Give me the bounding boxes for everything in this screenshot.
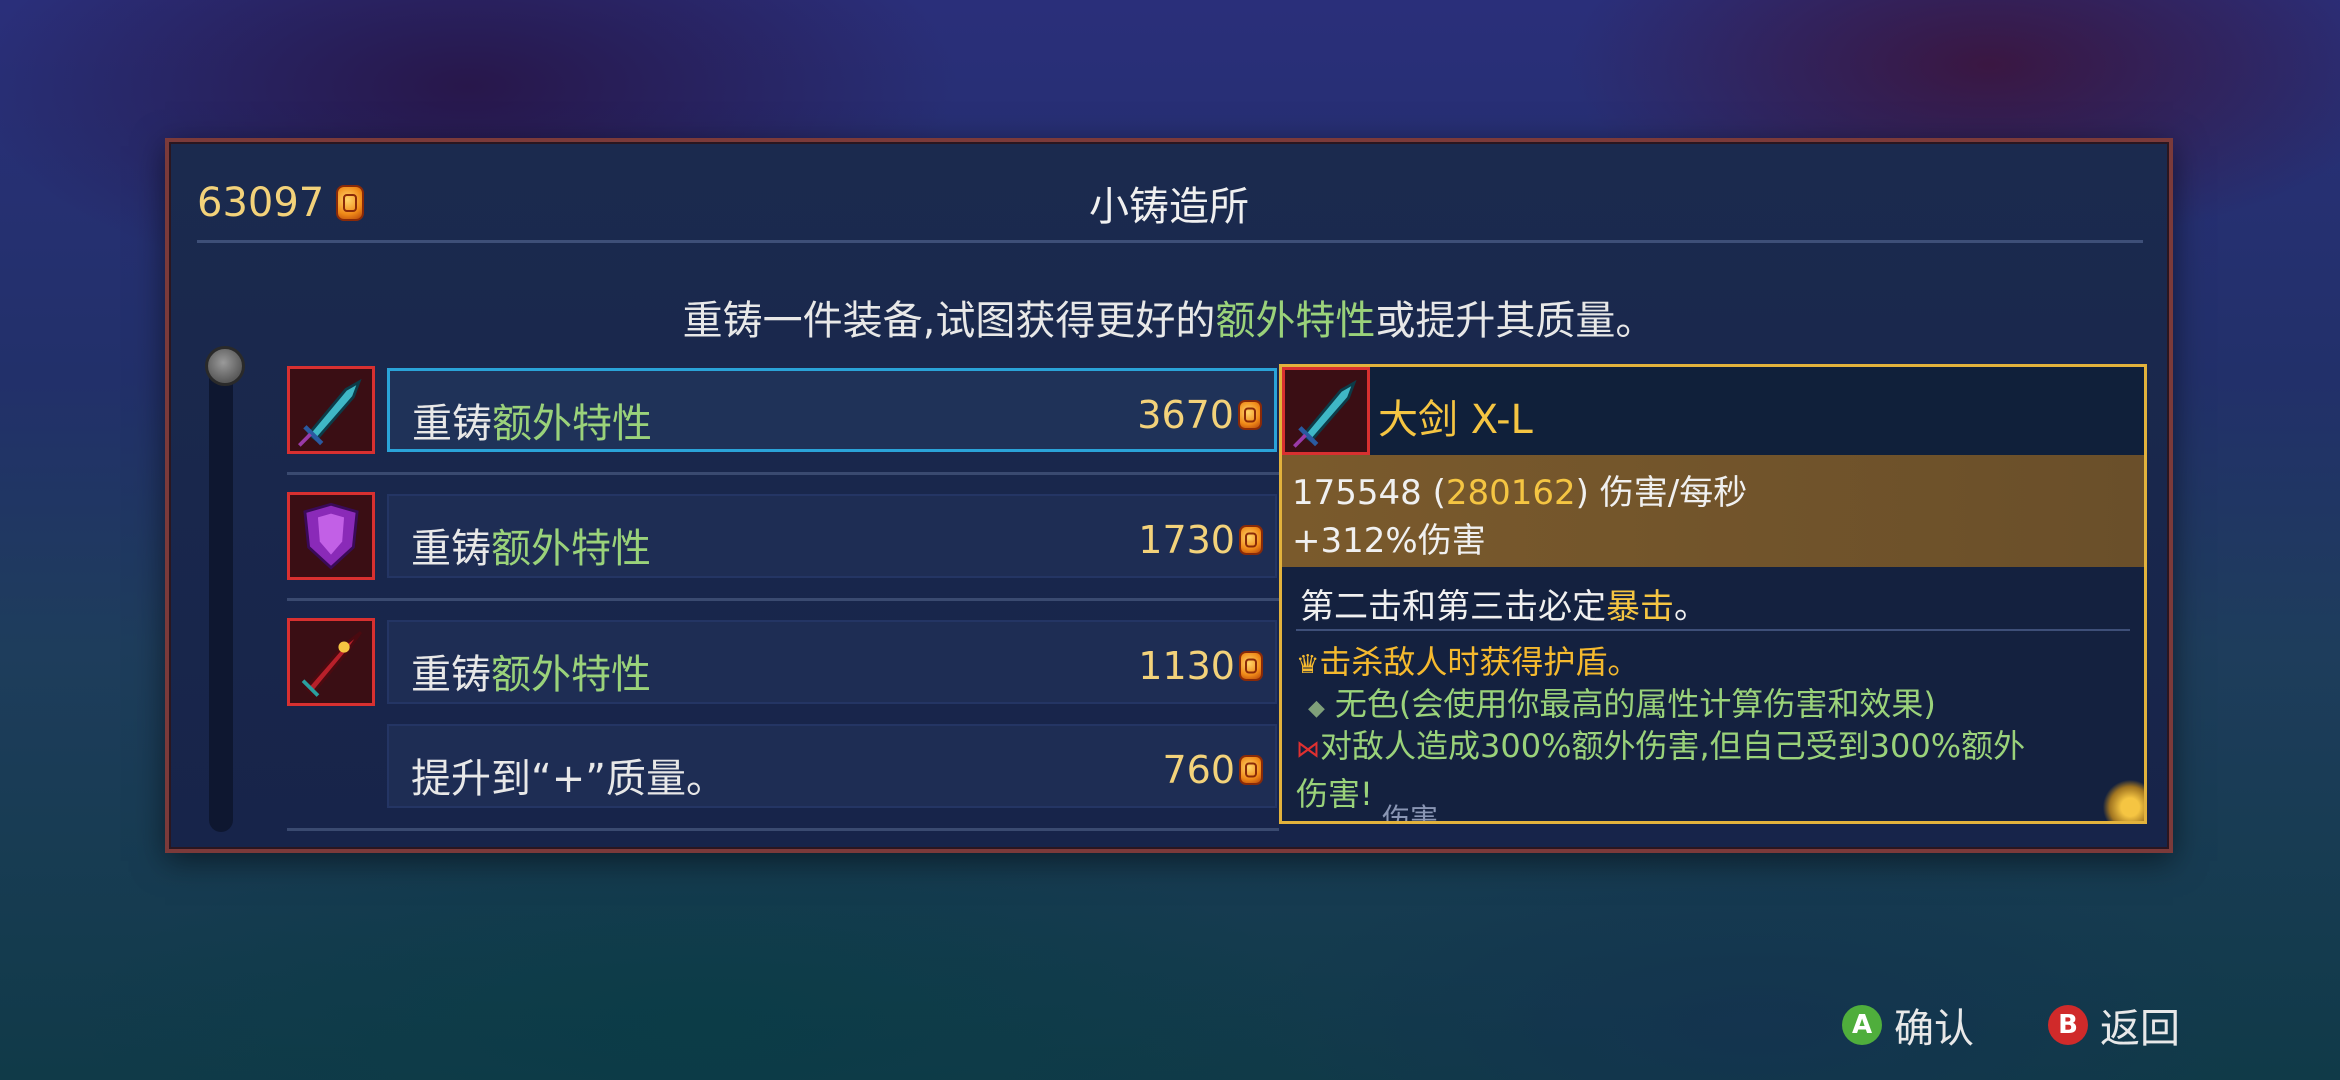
damage-bonus-stat: +312%伤害 <box>1292 521 1486 561</box>
faded-text: 伤害 <box>1382 802 1439 824</box>
reforge-row-shield[interactable]: 重铸额外特性 1730 <box>287 492 1277 582</box>
reforge-price: 3670 <box>1137 393 1262 437</box>
reforge-label: 重铸额外特性 <box>411 526 651 572</box>
reforge-row-dagger[interactable]: 重铸额外特性 1130 <box>287 618 1277 708</box>
upgrade-label: 提升到“+”质量。 <box>411 756 726 802</box>
cell-coin-icon <box>1239 755 1263 785</box>
cyan-sword-icon <box>287 366 375 454</box>
reforge-price: 1730 <box>1138 518 1263 562</box>
reforge-option-bar[interactable]: 重铸额外特性 1130 <box>387 620 1277 704</box>
affix-damage-wrap: 伤害! <box>1296 775 1373 813</box>
cell-coin-icon <box>1238 400 1262 430</box>
item-name: 大剑 X-L <box>1378 397 1533 443</box>
title-divider <box>197 240 2143 243</box>
reforge-price: 1130 <box>1138 644 1263 688</box>
upgrade-option-bar[interactable]: 提升到“+”质量。 760 <box>387 724 1277 808</box>
description-text-1: 重铸一件装备,试图获得更好的 <box>682 298 1216 344</box>
tooltip-header: 大剑 X-L <box>1282 367 2144 455</box>
affix-shield: ♛击杀敌人时获得护盾。 <box>1296 643 1640 681</box>
red-dagger-icon <box>287 618 375 706</box>
a-button-icon: A <box>1842 1005 1882 1045</box>
panel-title: 小铸造所 <box>1089 184 1249 230</box>
reforge-option-bar[interactable]: 重铸额外特性 1730 <box>387 494 1277 578</box>
item-tooltip: 大剑 X-L 175548 (280162) 伤害/每秒 +312%伤害 第二击… <box>1279 364 2147 824</box>
scrollbar-track[interactable] <box>209 352 233 832</box>
b-button-icon: B <box>2048 1005 2088 1045</box>
reforge-option-bar[interactable]: 重铸额外特性 3670 <box>387 368 1277 452</box>
diamond-icon: ◆ <box>1308 696 1325 721</box>
crown-icon: ♛ <box>1296 650 1320 680</box>
description-highlight: 额外特性 <box>1215 298 1376 344</box>
row-divider <box>287 472 1279 475</box>
row-divider <box>287 598 1279 601</box>
item-effect: 第二击和第三击必定暴击。 <box>1300 587 1708 627</box>
affix-damage: ⋈对敌人造成300%额外伤害,但自己受到300%额外 <box>1296 727 2026 765</box>
tooltip-divider <box>1296 629 2130 631</box>
upgrade-price: 760 <box>1162 748 1263 792</box>
back-prompt[interactable]: B 返回 <box>2048 996 2180 1054</box>
corner-ornament <box>2098 775 2144 821</box>
dps-stat: 175548 (280162) 伤害/每秒 <box>1292 473 1748 513</box>
cyan-sword-icon <box>1282 367 1370 455</box>
purple-shield-icon <box>287 492 375 580</box>
forge-panel: 63097 小铸造所 重铸一件装备,试图获得更好的额外特性或提升其质量。 重铸额… <box>165 138 2173 853</box>
affix-colorless: ◆ 无色(会使用你最高的属性计算伤害和效果) <box>1308 685 1936 723</box>
back-label: 返回 <box>2100 1006 2180 1052</box>
reforge-row-sword[interactable]: 重铸额外特性 3670 <box>287 366 1277 456</box>
bow-icon: ⋈ <box>1296 735 1320 763</box>
confirm-label: 确认 <box>1894 1006 1974 1052</box>
item-stats: 175548 (280162) 伤害/每秒 +312%伤害 <box>1282 455 2144 567</box>
confirm-prompt[interactable]: A 确认 <box>1842 996 1974 1054</box>
upgrade-quality-row[interactable]: 提升到“+”质量。 760 <box>287 722 1277 812</box>
row-divider <box>287 828 1279 831</box>
cell-coin-icon <box>1239 525 1263 555</box>
scrollbar-thumb[interactable] <box>205 346 245 386</box>
reforge-label: 重铸额外特性 <box>412 401 652 447</box>
reforge-label: 重铸额外特性 <box>411 652 651 698</box>
cell-coin-icon <box>1239 651 1263 681</box>
description-text-2: 或提升其质量。 <box>1375 298 1656 344</box>
description: 重铸一件装备,试图获得更好的额外特性或提升其质量。 <box>169 288 2169 346</box>
